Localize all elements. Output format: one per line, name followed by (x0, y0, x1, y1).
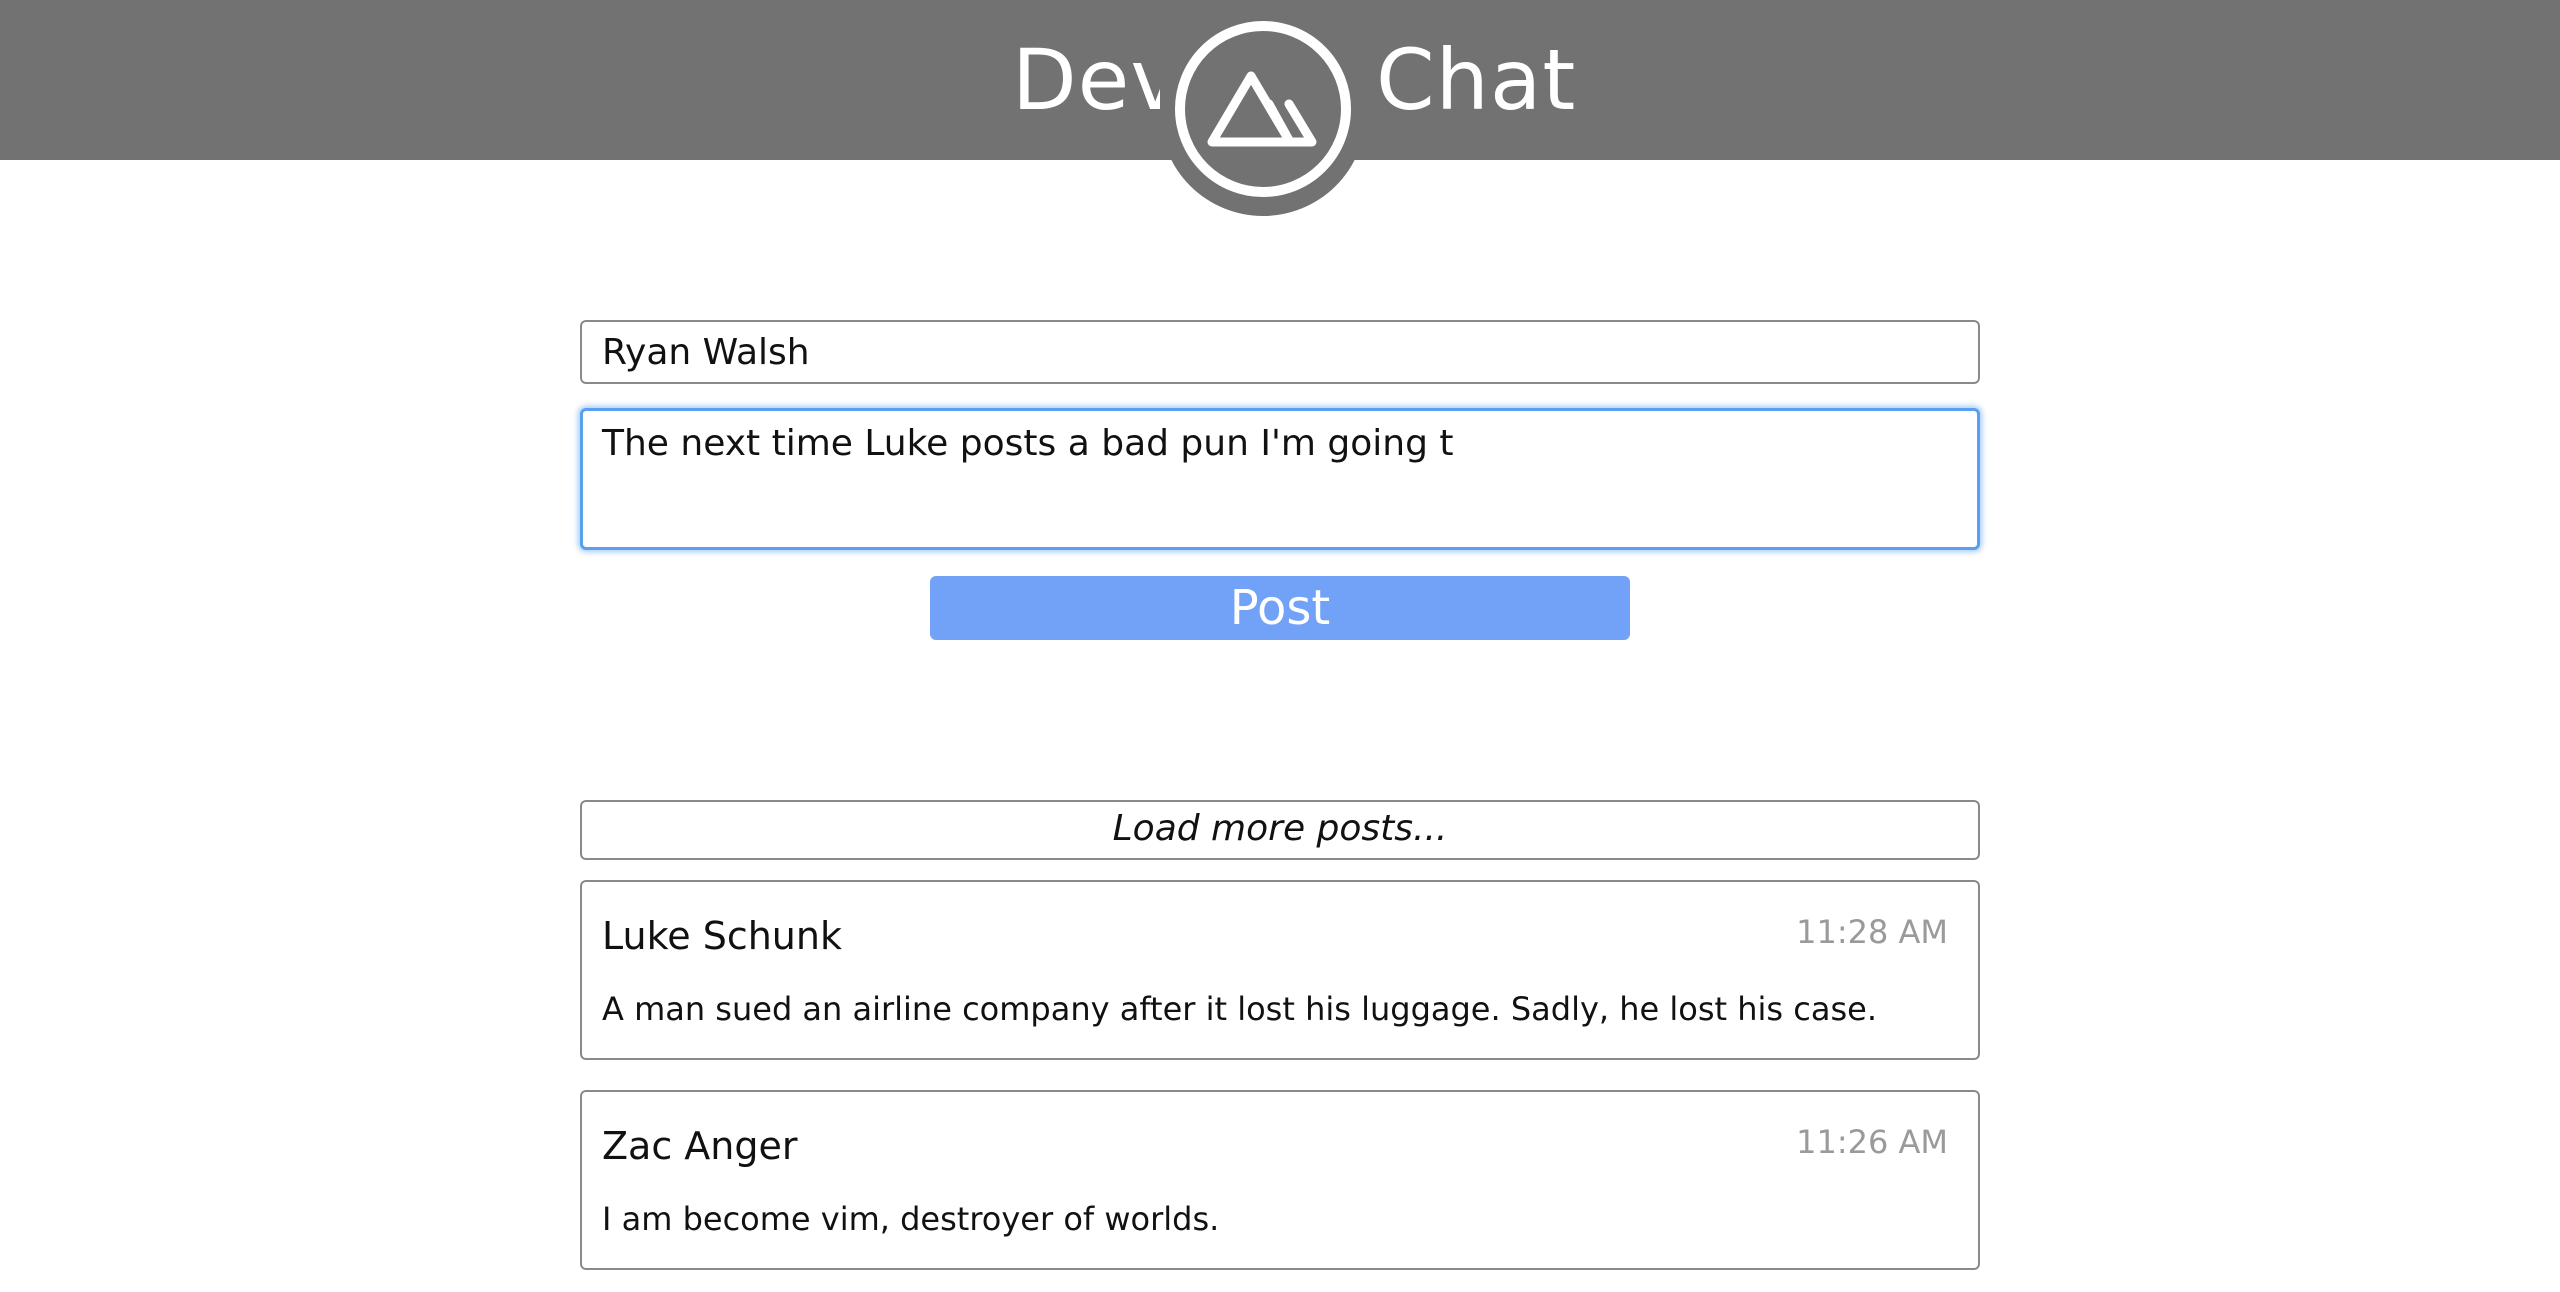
load-more-button[interactable]: Load more posts... (580, 800, 1980, 860)
mountain-icon (1175, 21, 1351, 197)
post-text: I am become vim, destroyer of worlds. (602, 1200, 1220, 1238)
name-input[interactable] (580, 320, 1980, 384)
post-card: Luke Schunk 11:28 AM A man sued an airli… (580, 880, 1980, 1060)
post-timestamp: 11:28 AM (1796, 913, 1948, 951)
post-card: Zac Anger 11:26 AM I am become vim, dest… (580, 1090, 1980, 1270)
post-text: A man sued an airline company after it l… (602, 990, 1877, 1028)
post-author: Luke Schunk (602, 914, 842, 958)
logo (1160, 0, 1366, 216)
message-input[interactable]: The next time Luke posts a bad pun I'm g… (580, 408, 1980, 550)
post-button[interactable]: Post (930, 576, 1630, 640)
brand-title-right: Chat (1376, 31, 1577, 129)
post-author: Zac Anger (602, 1124, 798, 1168)
app-header: Dev Chat (0, 0, 2560, 216)
post-timestamp: 11:26 AM (1796, 1123, 1948, 1161)
brand-title-left: Dev (1012, 31, 1182, 129)
